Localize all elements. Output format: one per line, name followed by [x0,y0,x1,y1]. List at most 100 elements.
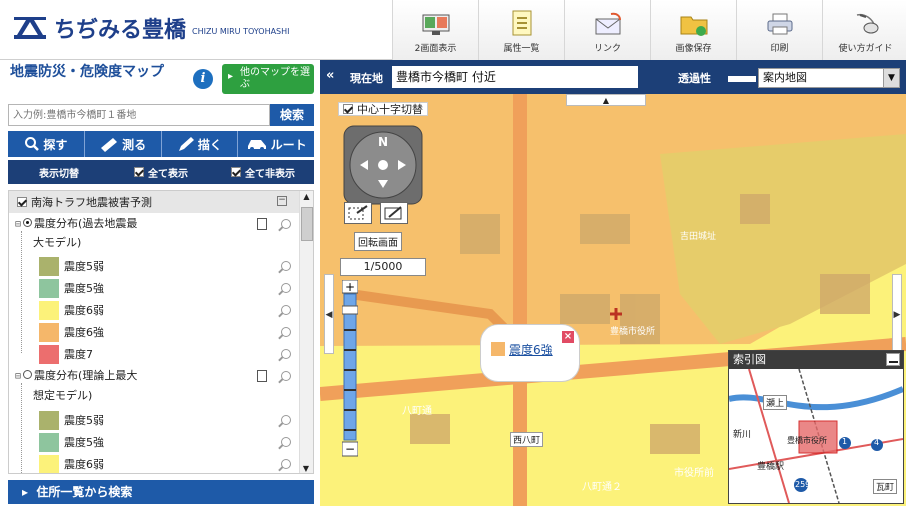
group-past-max[interactable]: ⊟ 震度分布(過去地震最 [15,217,137,232]
zoom-search-icon[interactable] [281,305,291,315]
legend-label: 震度5弱 [64,260,104,273]
legend-label: 震度5強 [64,436,104,449]
layer-group-header[interactable]: 南海トラフ地震被害予測 [9,191,313,213]
index-label-shinkawa: 新川 [733,430,752,440]
legend-item: 震度6弱 [39,299,104,321]
zoom-search-icon[interactable] [281,327,291,337]
document-icon[interactable] [257,218,267,230]
pan-left-button[interactable]: ◀ [324,274,334,354]
zoom-search-icon[interactable] [281,437,291,447]
scroll-thumb[interactable] [301,207,313,241]
svg-text:+: + [345,280,355,294]
document-icon[interactable] [257,370,267,382]
popup-intensity-link[interactable]: 震度6強 [509,341,553,358]
group-theory-max-radio[interactable] [23,370,33,379]
address-search-input[interactable] [8,104,270,126]
legend-item: 震度6弱 [39,453,104,473]
zoom-search-icon[interactable] [281,415,291,425]
zoom-search-icon[interactable] [281,371,291,381]
app-header: ちぢみる豊橋 CHIZU MIRU TOYOHASHI 2画面表示 属性一覧 リ… [0,0,906,60]
legend-swatch [39,322,59,342]
tree-connector [21,231,22,353]
popup-swatch [491,342,505,356]
zoom-search-icon[interactable] [281,283,291,293]
legend-label: 震度5弱 [64,414,104,427]
print-icon [767,13,792,35]
layer-group-checkbox[interactable] [17,197,27,207]
other-map-button[interactable]: 他のマップを選ぶ [222,64,314,94]
zoom-search-icon[interactable] [281,349,291,359]
zoom-search-icon[interactable] [281,219,291,229]
search-icon [25,137,40,151]
address-list-search-button[interactable]: ▸ 住所一覧から検索 [8,480,314,504]
search-button[interactable]: 検索 [270,104,314,126]
collapse-sidebar-button[interactable]: « [326,68,334,83]
index-label-seto: 瀬上 [763,395,788,410]
group-past-max-radio[interactable] [23,218,33,227]
logo-title: ちぢみる豊橋 [54,18,187,43]
crosshair-label: 中心十字切替 [357,103,423,116]
legend-label: 震度7 [64,348,93,361]
group-theory-max[interactable]: ⊟ 震度分布(理論上最大 [15,369,137,384]
show-all-label: 全て表示 [148,168,188,180]
transparency-slider[interactable] [728,76,756,82]
attribute-list-button[interactable]: 属性一覧 [478,0,564,60]
minimize-icon[interactable] [886,353,900,366]
find-button[interactable]: 探す [8,131,85,157]
pan-right-button[interactable]: ▶ [892,274,902,354]
draw-button[interactable]: 描く [162,131,239,157]
group-past-max-label1: 震度分布(過去地震最 [34,217,138,230]
crosshair-checkbox[interactable] [343,104,353,114]
legend-item: 震度7 [39,343,93,365]
zoom-slider[interactable]: + − [342,280,358,462]
index-label-route4: 4 [874,438,880,447]
image-save-button[interactable]: 画像保存 [650,0,736,60]
pan-up-button[interactable]: ▲ [566,94,646,106]
show-all-button[interactable]: 全て表示 [110,160,212,184]
zoom-search-icon[interactable] [281,459,291,469]
zoom-box-in-button[interactable] [344,202,372,224]
collapse-group-button[interactable]: − [277,196,287,206]
car-icon [247,140,266,151]
legend-item: 震度5弱 [39,409,104,431]
app-logo[interactable]: ちぢみる豊橋 CHIZU MIRU TOYOHASHI [10,12,290,44]
hide-all-button[interactable]: 全て非表示 [212,160,314,184]
route-button[interactable]: ルート [238,131,314,157]
zoom-box-out-button[interactable] [380,202,408,224]
index-label-route1: 1 [842,437,848,446]
tree-expand-icon[interactable]: ⊟ [15,219,21,230]
dual-screen-button[interactable]: 2画面表示 [392,0,478,60]
info-popup: 震度6強 × [480,324,580,382]
scroll-up-icon[interactable]: ▲ [300,191,313,203]
layer-toggle-bar: 表示切替 全て表示 全て非表示 [8,160,314,184]
zoom-tool-group [344,202,408,224]
tree-expand-icon[interactable]: ⊟ [15,371,21,382]
link-button[interactable]: リンク [564,0,650,60]
close-icon[interactable]: × [562,331,574,343]
hide-all-checkbox[interactable] [231,167,241,177]
measure-button[interactable]: 測る [85,131,162,157]
chevron-down-icon[interactable]: ▼ [883,69,899,87]
attribute-list-label: 属性一覧 [503,44,540,54]
map-label-hachimachi2: 八町通２ [582,482,622,493]
legend-item: 震度5強 [39,431,104,453]
attribute-list-icon [512,10,531,36]
guide-button[interactable]: 使い方ガイド [822,0,906,60]
guide-icon [856,13,878,34]
zoom-search-icon[interactable] [281,261,291,271]
legend-swatch [39,300,59,320]
map-canvas[interactable]: 吉田城址 八町通 豊橋市役所 八町通２ 西八町 市役所前 中心十字切替 N 回転… [320,94,906,506]
print-button[interactable]: 印刷 [736,0,822,60]
layer-scrollbar[interactable]: ▲ ▼ [299,191,313,473]
crosshair-toggle[interactable]: 中心十字切替 [338,102,428,116]
info-icon[interactable]: i [193,69,213,89]
print-label: 印刷 [770,44,789,54]
compass-pan-control[interactable]: N [342,124,424,206]
map-title: 地震防災・危険度マップ [10,64,164,80]
background-map-select[interactable]: 案内地図 ▼ [758,68,900,88]
scroll-down-icon[interactable]: ▼ [300,464,312,473]
show-all-checkbox[interactable] [134,167,144,177]
rotate-screen-button[interactable]: 回転画面 [354,232,402,251]
map-label-city-hall: 豊橋市役所 [610,327,656,337]
zoom-box-out-icon [384,206,402,220]
